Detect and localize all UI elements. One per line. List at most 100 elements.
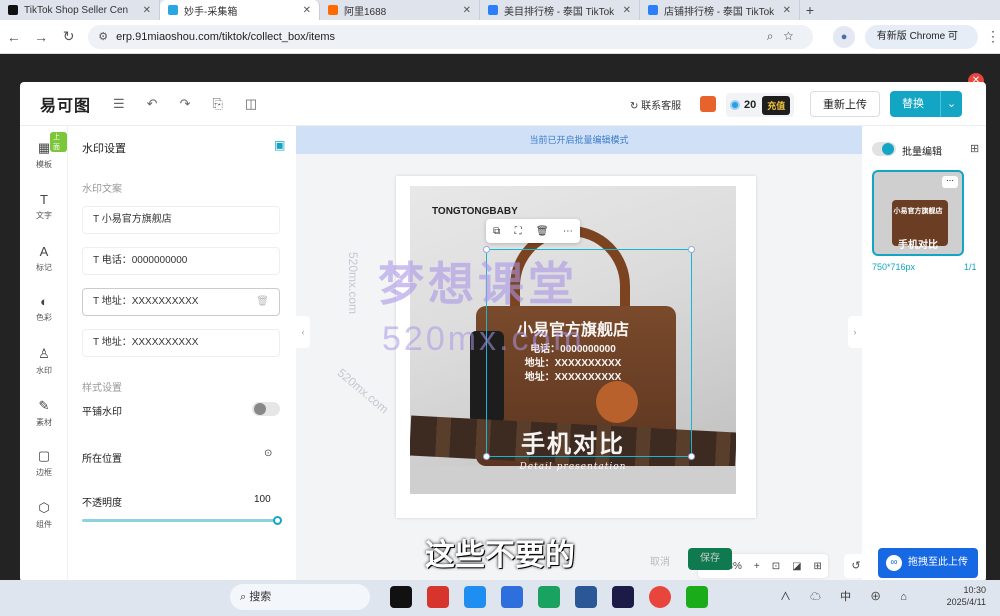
tab-title: 店铺排行榜 - 泰国 TikTok — [664, 6, 774, 18]
slider-knob[interactable] — [273, 516, 282, 525]
close-tab-icon[interactable]: ✕ — [143, 5, 151, 16]
terminal-icon[interactable] — [390, 586, 412, 608]
sidebar-item-watermark[interactable]: ♙ 水印 — [20, 346, 68, 376]
browser-tab-active[interactable]: 妙手-采集箱 ✕ — [160, 0, 320, 20]
clock[interactable]: 10:30 2025/4/11 — [944, 584, 986, 608]
tab-title: 阿里1688 — [344, 6, 387, 18]
reupload-button[interactable]: 重新上传 — [810, 91, 880, 117]
sidebar-item-template[interactable]: ▦ 模板 — [20, 140, 68, 170]
browser-tab[interactable]: 店铺排行榜 - 泰国 TikTok ✕ — [640, 0, 800, 20]
thumb-shop-name: 小易官方旗舰店 — [893, 208, 943, 215]
profile-icon[interactable]: ● — [833, 25, 855, 48]
copy-icon[interactable]: ⧉ — [493, 226, 500, 237]
credits-widget[interactable]: 20 充值 — [726, 93, 795, 117]
more-icon[interactable]: ⋯ — [563, 226, 573, 237]
menu-icon[interactable]: ☰ — [113, 96, 125, 112]
palette-icon: ◐ — [40, 294, 48, 309]
export-icon[interactable]: ⎘ — [212, 96, 222, 112]
batch-panel: 批量编辑 ⊞ ⋯ 小易官方旗舰店 手机对比 750*716px 1/1 — [862, 126, 986, 582]
recharge-button[interactable]: 充值 — [762, 95, 791, 115]
sidebar-label: 素材 — [36, 418, 52, 427]
browser-tab[interactable]: 美目排行榜 - 泰国 TikTok ✕ — [480, 0, 640, 20]
replace-button[interactable]: 替换 ⌄ — [890, 91, 962, 117]
url-field[interactable]: ⚙ erp.91miaoshou.com/tiktok/collect_box/… — [88, 24, 814, 49]
image-subtitle: Detail presentation — [519, 462, 627, 472]
watermark-text-field[interactable]: T 地址：XXXXXXXXXX 🗑 — [82, 288, 280, 316]
sidebar-item-color[interactable]: ◐ 色彩 — [20, 294, 68, 323]
opacity-slider[interactable] — [82, 516, 282, 525]
new-tab-button[interactable]: + — [800, 0, 820, 20]
resize-handle[interactable] — [688, 453, 695, 460]
reload-icon[interactable]: ↻ — [55, 28, 82, 45]
coin-icon — [730, 100, 740, 110]
sidebar-label: 文字 — [36, 211, 52, 220]
wps-icon[interactable] — [427, 586, 449, 608]
undo-icon[interactable]: ↶ — [147, 96, 158, 112]
customer-service-link[interactable]: ↻ 联系客服 — [630, 97, 681, 112]
customer-service-label: 联系客服 — [641, 101, 682, 112]
redo-icon[interactable]: ↷ — [180, 96, 191, 112]
watermark-text-field[interactable]: T 地址：XXXXXXXXXX — [82, 329, 280, 357]
close-tab-icon[interactable]: ✕ — [463, 5, 471, 16]
back-icon[interactable]: ← — [0, 29, 27, 45]
delete-icon[interactable]: 🗑 — [536, 226, 549, 237]
save-icon[interactable]: ▣ — [274, 138, 285, 152]
tile-toggle[interactable] — [252, 402, 280, 416]
system-tray[interactable]: ∧ ☁ 中 ⊕ ⌂ — [780, 588, 915, 604]
site-settings-icon[interactable]: ⚙ — [98, 30, 108, 43]
image-thumbnail[interactable]: ⋯ 小易官方旗舰店 手机对比 — [872, 170, 964, 256]
editor-toolbar: 易可图 ☰ ↶ ↷ ⎘ ◫ ↻ 联系客服 20 充值 重新上传 替换 ⌄ — [20, 82, 986, 126]
resize-handle[interactable] — [483, 453, 490, 460]
chevron-down-icon[interactable]: ⌄ — [940, 91, 962, 117]
more-icon[interactable]: ⋯ — [942, 176, 958, 188]
ranking-icon — [488, 5, 498, 15]
fit-icon[interactable]: ⛶ — [515, 226, 522, 237]
after-effects-icon[interactable] — [612, 586, 634, 608]
chrome-update-button[interactable]: 有新版 Chrome 可用 — [864, 24, 979, 66]
taskbar-apps — [390, 586, 723, 608]
close-tab-icon[interactable]: ✕ — [783, 5, 791, 16]
ranking-icon — [648, 5, 658, 15]
grid-view-icon[interactable]: ⊞ — [970, 142, 979, 155]
wechat-icon[interactable] — [686, 586, 708, 608]
tab-title: 美目排行榜 - 泰国 TikTok — [504, 6, 614, 18]
alibaba-icon — [328, 5, 338, 15]
target-icon[interactable]: ⊙ — [264, 448, 278, 459]
gift-icon[interactable] — [700, 96, 716, 112]
browser-tab[interactable]: 阿里1688 ✕ — [320, 0, 480, 20]
chevron-left-icon[interactable]: ‹ — [296, 316, 310, 348]
chrome-icon[interactable] — [649, 586, 671, 608]
batch-edit-label: 批量编辑 — [902, 147, 942, 158]
chevron-right-icon[interactable]: › — [848, 316, 862, 348]
tiktok-icon — [8, 5, 18, 15]
close-tab-icon[interactable]: ✕ — [303, 5, 311, 16]
brand-text: TONGTONGBABY — [432, 206, 518, 217]
tab-title: 妙手-采集箱 — [184, 6, 238, 18]
close-tab-icon[interactable]: ✕ — [623, 5, 631, 16]
taskbar-search[interactable]: ⌕ 搜索 — [230, 584, 370, 610]
sidebar-item-mark[interactable]: A 标记 — [20, 244, 68, 273]
watermark-text-field[interactable]: T 电话：0000000000 — [82, 247, 280, 275]
browser-icon[interactable] — [464, 586, 486, 608]
batch-edit-toggle[interactable] — [872, 142, 896, 156]
sidebar-item-text[interactable]: T 文字 — [20, 192, 68, 221]
sidebar-label: 边框 — [36, 468, 52, 477]
compare-icon[interactable]: ◫ — [245, 96, 257, 112]
sidebar-item-component[interactable]: ⬡ 组件 — [20, 500, 68, 530]
trash-icon[interactable]: 🗑 — [256, 289, 269, 315]
replace-label: 替换 — [902, 98, 924, 110]
search-label: 搜索 — [249, 591, 272, 603]
video-watermark: 梦想课堂 — [378, 258, 578, 310]
zoom-bookmark-icons[interactable]: ⌕☆ — [767, 29, 804, 44]
resize-handle[interactable] — [688, 246, 695, 253]
sidebar-item-border[interactable]: ▢ 边框 — [20, 448, 68, 478]
browser-tab[interactable]: TikTok Shop Seller Cen ✕ — [0, 0, 160, 20]
vscode-icon[interactable] — [575, 586, 597, 608]
menu-icon[interactable]: ⋮ — [986, 28, 1000, 45]
app-icon[interactable] — [501, 586, 523, 608]
background-watermark: 520mx.com — [346, 251, 361, 315]
forward-icon[interactable]: → — [27, 29, 54, 45]
edge-icon[interactable] — [538, 586, 560, 608]
sidebar-item-material[interactable]: ✎ 素材 — [20, 398, 68, 428]
watermark-text-field[interactable]: T 小易官方旗舰店 — [82, 206, 280, 234]
